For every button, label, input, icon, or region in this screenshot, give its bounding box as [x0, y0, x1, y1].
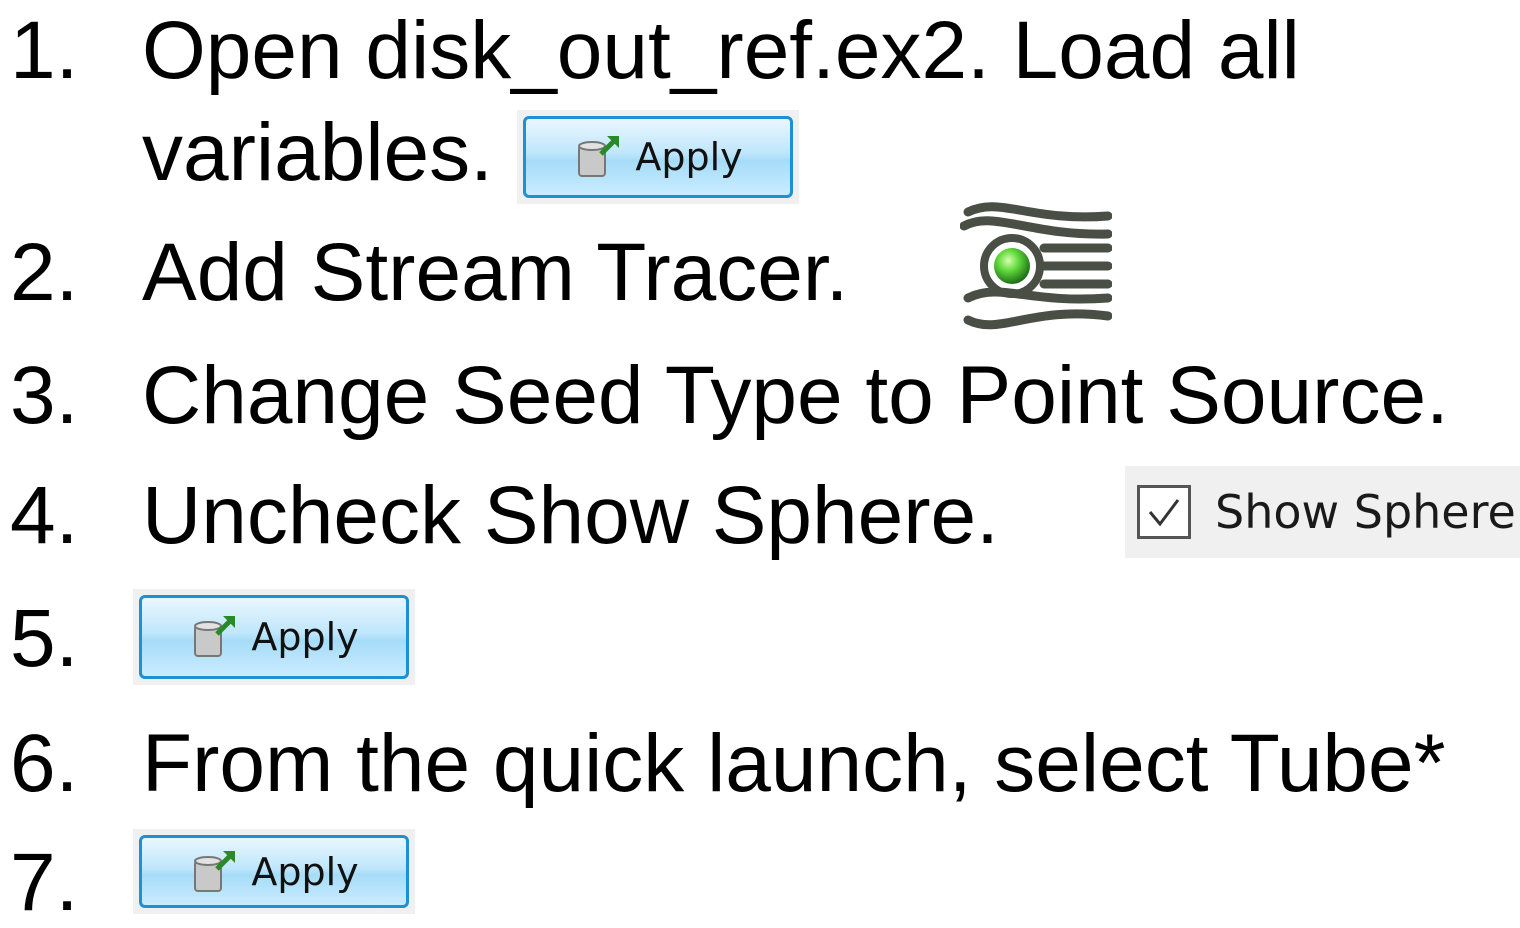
step-5-number: 5.: [10, 593, 79, 684]
step-4-number: 4.: [10, 470, 79, 561]
show-sphere-label: Show Sphere: [1215, 485, 1516, 539]
step-1-apply-wrapper: Apply: [517, 110, 799, 204]
apply-label: Apply: [251, 615, 359, 659]
step-5-apply-wrapper: Apply: [133, 589, 415, 685]
show-sphere-control: Show Sphere: [1125, 466, 1520, 558]
step-7-apply-wrapper: Apply: [133, 829, 415, 914]
apply-button[interactable]: Apply: [139, 595, 409, 679]
step-7-number: 7.: [10, 837, 79, 928]
step-1-text: Open disk_out_ref.ex2. Load all: [142, 5, 1300, 96]
apply-label: Apply: [251, 849, 359, 894]
step-6-number: 6.: [10, 718, 79, 809]
apply-icon: [194, 850, 236, 892]
step-3-number: 3.: [10, 350, 79, 441]
stream-tracer-icon: [960, 202, 1112, 330]
apply-label: Apply: [635, 135, 743, 179]
step-3-text: Change Seed Type to Point Source.: [142, 350, 1449, 441]
apply-button[interactable]: Apply: [139, 835, 409, 908]
step-1-text-line2: variables.: [142, 107, 493, 198]
apply-button[interactable]: Apply: [523, 116, 793, 198]
apply-icon: [194, 616, 236, 657]
show-sphere-checkbox[interactable]: [1137, 485, 1191, 539]
step-4-text: Uncheck Show Sphere.: [142, 470, 999, 561]
step-6-text: From the quick launch, select Tube*: [142, 718, 1446, 809]
apply-icon: [578, 136, 620, 177]
step-2-text: Add Stream Tracer.: [142, 227, 849, 318]
step-2-number: 2.: [10, 227, 79, 318]
checkmark-icon: [1148, 499, 1180, 527]
step-1-number: 1.: [10, 5, 79, 96]
